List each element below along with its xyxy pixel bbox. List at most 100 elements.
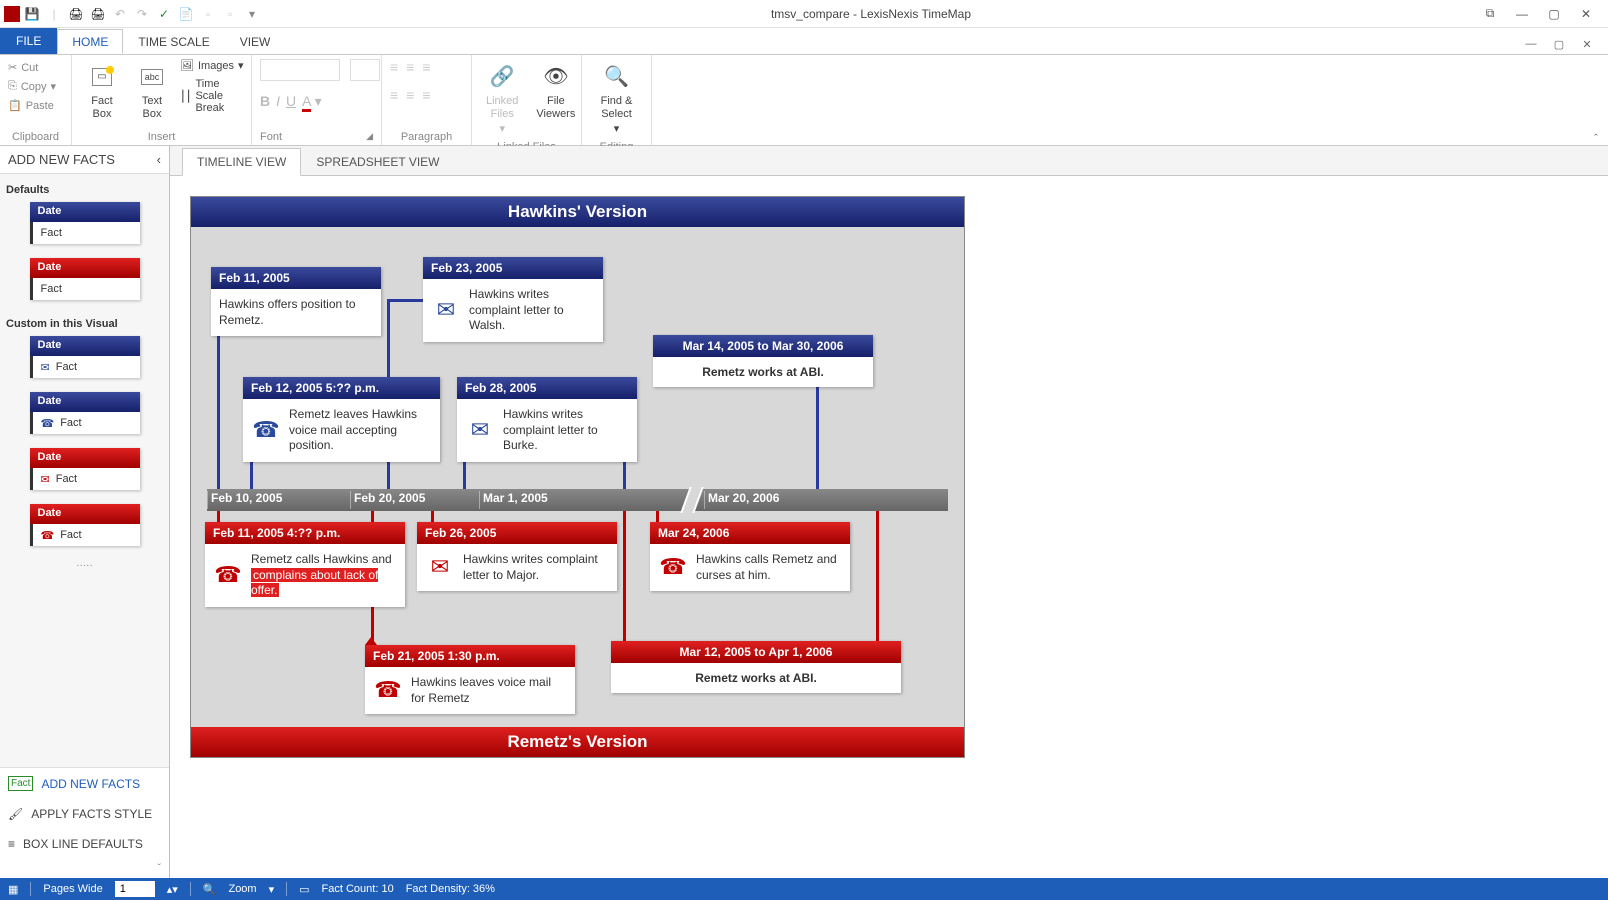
pages-wide-input[interactable] [115, 881, 155, 897]
ribbon-collapse[interactable]: ˆ [1584, 55, 1608, 145]
spellcheck-icon[interactable]: ✓ [154, 4, 174, 24]
tab-timeline-view[interactable]: TIMELINE VIEW [182, 148, 301, 176]
doc-icon: ✉ [41, 473, 50, 486]
font-color-button[interactable]: A ▾ [302, 93, 322, 110]
phone-icon: ☎ [41, 529, 55, 542]
minimize-icon[interactable]: — [1508, 4, 1536, 24]
card-date-blue: Date [30, 202, 140, 222]
range-remetz-abi-bottom[interactable]: Mar 12, 2005 to Apr 1, 2006 Remetz works… [611, 641, 901, 693]
fact-icon: Fact [8, 776, 33, 791]
fact-hawkins-walsh[interactable]: Feb 23, 2005 ✉Hawkins writes complaint l… [423, 257, 603, 342]
clipboard-group-label: Clipboard [8, 129, 63, 143]
fact-hawkins-curses[interactable]: Mar 24, 2006 ☎Hawkins calls Remetz and c… [650, 522, 850, 591]
findselect-button[interactable]: 🔍 Find & Select ▾ [590, 59, 643, 139]
link-addnewfacts[interactable]: FactADD NEW FACTS [0, 768, 169, 799]
card-fact-red: Fact [30, 278, 140, 300]
align-left-button[interactable]: ≡ [390, 59, 398, 75]
collapse-side-icon[interactable]: ‹ [157, 152, 161, 167]
tab-spreadsheet-view[interactable]: SPREADSHEET VIEW [301, 148, 454, 176]
factcount-icon: ▭ [299, 883, 309, 896]
stepper-icon[interactable]: ▴▾ [167, 883, 178, 896]
align-center-button[interactable]: ≡ [406, 59, 414, 75]
fileviewers-button[interactable]: 👁 File Viewers [530, 59, 581, 123]
zoom-dropdown-icon[interactable]: ▾ [269, 883, 275, 896]
save-icon[interactable]: 💾 [22, 4, 42, 24]
undo-icon[interactable]: ↶ [110, 4, 130, 24]
underline-button[interactable]: U [286, 93, 296, 110]
letter-icon: ✉ [431, 287, 461, 334]
mdi-close-icon[interactable]: ✕ [1576, 34, 1598, 54]
qat-dropdown-icon[interactable]: ▾ [242, 4, 262, 24]
chevron-down-icon[interactable]: ˇ [0, 859, 169, 878]
bold-button[interactable]: B [260, 93, 270, 110]
paste-button[interactable]: 📋Paste [8, 97, 54, 114]
status-bar: ▦ Pages Wide ▴▾ 🔍 Zoom ▾ ▭ Fact Count: 1… [0, 878, 1608, 900]
cut-button[interactable]: ✂Cut [8, 59, 38, 76]
zoom-label: Zoom [228, 883, 256, 895]
window-title: tmsv_compare - LexisNexis TimeMap [266, 7, 1476, 21]
zoom-icon[interactable]: 🔍 [203, 883, 217, 896]
font-dialog-icon[interactable]: ◢ [366, 131, 373, 143]
fact-hawkins-voicemail[interactable]: Feb 21, 2005 1:30 p.m. ☎Hawkins leaves v… [365, 645, 575, 714]
phone-icon: ☎ [213, 552, 243, 599]
custom-blue-phone-card[interactable]: Date ☎Fact [30, 392, 140, 434]
timeline-axis: Feb 10, 2005 Feb 20, 2005 Mar 1, 2005 Ma… [207, 489, 948, 511]
factbox-button[interactable]: ▭ Fact Box [80, 59, 124, 123]
custom-red-phone-card[interactable]: Date ☎Fact [30, 504, 140, 546]
link-boxlinedefaults[interactable]: ≡BOX LINE DEFAULTS [0, 829, 169, 859]
tab-file[interactable]: FILE [0, 28, 57, 54]
custom-blue-doc-card[interactable]: Date ✉Fact [30, 336, 140, 378]
maximize-icon[interactable]: ▢ [1540, 4, 1568, 24]
fact-hawkins-major[interactable]: Feb 26, 2005 ✉Hawkins writes complaint l… [417, 522, 617, 591]
timeline-visual: Hawkins' Version Feb 11, 2005 Hawkins of… [190, 196, 965, 758]
italic-button[interactable]: I [276, 93, 280, 110]
textbox-button[interactable]: abc Text Box [130, 59, 174, 123]
align-top-button[interactable]: ≡ [390, 87, 398, 103]
align-bottom-button[interactable]: ≡ [422, 87, 430, 103]
newpage-icon[interactable]: 📄 [176, 4, 196, 24]
letter-icon: ✉ [465, 407, 495, 454]
mdi-maximize-icon[interactable]: ▢ [1548, 34, 1570, 54]
tab-timescale[interactable]: TIME SCALE [123, 29, 224, 54]
disabled-icon-2: ▫ [220, 4, 240, 24]
font-group-label: Font [260, 131, 282, 143]
grid-icon[interactable]: ▦ [8, 883, 18, 896]
tab-home[interactable]: HOME [57, 29, 123, 54]
font-size-select[interactable] [350, 59, 380, 81]
ribbon: ✂Cut ⎘Copy ▾ 📋Paste Clipboard ▭ Fact Box… [0, 54, 1608, 146]
fact-hawkins-offers[interactable]: Feb 11, 2005 Hawkins offers position to … [211, 267, 381, 336]
section-defaults: Defaults [4, 180, 165, 202]
side-panel-scroll[interactable]: Defaults Date Fact Date Fact Custom in t… [0, 174, 169, 767]
disabled-icon-1: ▫ [198, 4, 218, 24]
mdi-minimize-icon[interactable]: — [1520, 34, 1542, 54]
range-remetz-abi-top[interactable]: Mar 14, 2005 to Mar 30, 2006 Remetz work… [653, 335, 873, 387]
default-red-card[interactable]: Date Fact [30, 258, 140, 300]
copy-button[interactable]: ⎘Copy ▾ [8, 78, 56, 95]
mdi-restore-icon[interactable]: ⧉ [1476, 4, 1504, 24]
print-icon[interactable]: 🖨 [66, 4, 86, 24]
side-panel-heading[interactable]: ADD NEW FACTS ‹ [0, 146, 169, 174]
timescale-break [680, 487, 703, 513]
print-preview-icon[interactable]: 🖨 [88, 4, 108, 24]
close-icon[interactable]: ✕ [1572, 4, 1600, 24]
linkedfiles-button[interactable]: 🔗 Linked Files ▾ [480, 59, 524, 139]
timeline-canvas[interactable]: Hawkins' Version Feb 11, 2005 Hawkins of… [170, 176, 1608, 878]
find-icon: 🔍 [601, 61, 633, 93]
tab-view[interactable]: VIEW [225, 29, 286, 54]
images-button[interactable]: 🖼Images ▾ [180, 59, 244, 72]
timescalebreak-button[interactable]: ⎮⎮Time Scale Break [180, 78, 244, 114]
paste-icon: 📋 [8, 99, 22, 112]
align-middle-button[interactable]: ≡ [406, 87, 414, 103]
ribbon-group-paragraph: ≡ ≡ ≡ ≡ ≡ ≡ Paragraph [382, 55, 472, 145]
app-icon [4, 6, 20, 22]
redo-icon[interactable]: ↷ [132, 4, 152, 24]
fact-remetz-calls[interactable]: Feb 11, 2005 4:?? p.m. ☎Remetz calls Haw… [205, 522, 405, 607]
fact-hawkins-burke[interactable]: Feb 28, 2005 ✉Hawkins writes complaint l… [457, 377, 637, 462]
fact-remetz-voicemail[interactable]: Feb 12, 2005 5:?? p.m. ☎Remetz leaves Ha… [243, 377, 440, 462]
align-right-button[interactable]: ≡ [422, 59, 430, 75]
custom-red-doc-card[interactable]: Date ✉Fact [30, 448, 140, 490]
link-applyfactsstyle[interactable]: 🖌APPLY FACTS STYLE [0, 799, 169, 829]
phone-icon: ☎ [41, 417, 55, 430]
font-family-select[interactable] [260, 59, 340, 81]
default-blue-card[interactable]: Date Fact [30, 202, 140, 244]
